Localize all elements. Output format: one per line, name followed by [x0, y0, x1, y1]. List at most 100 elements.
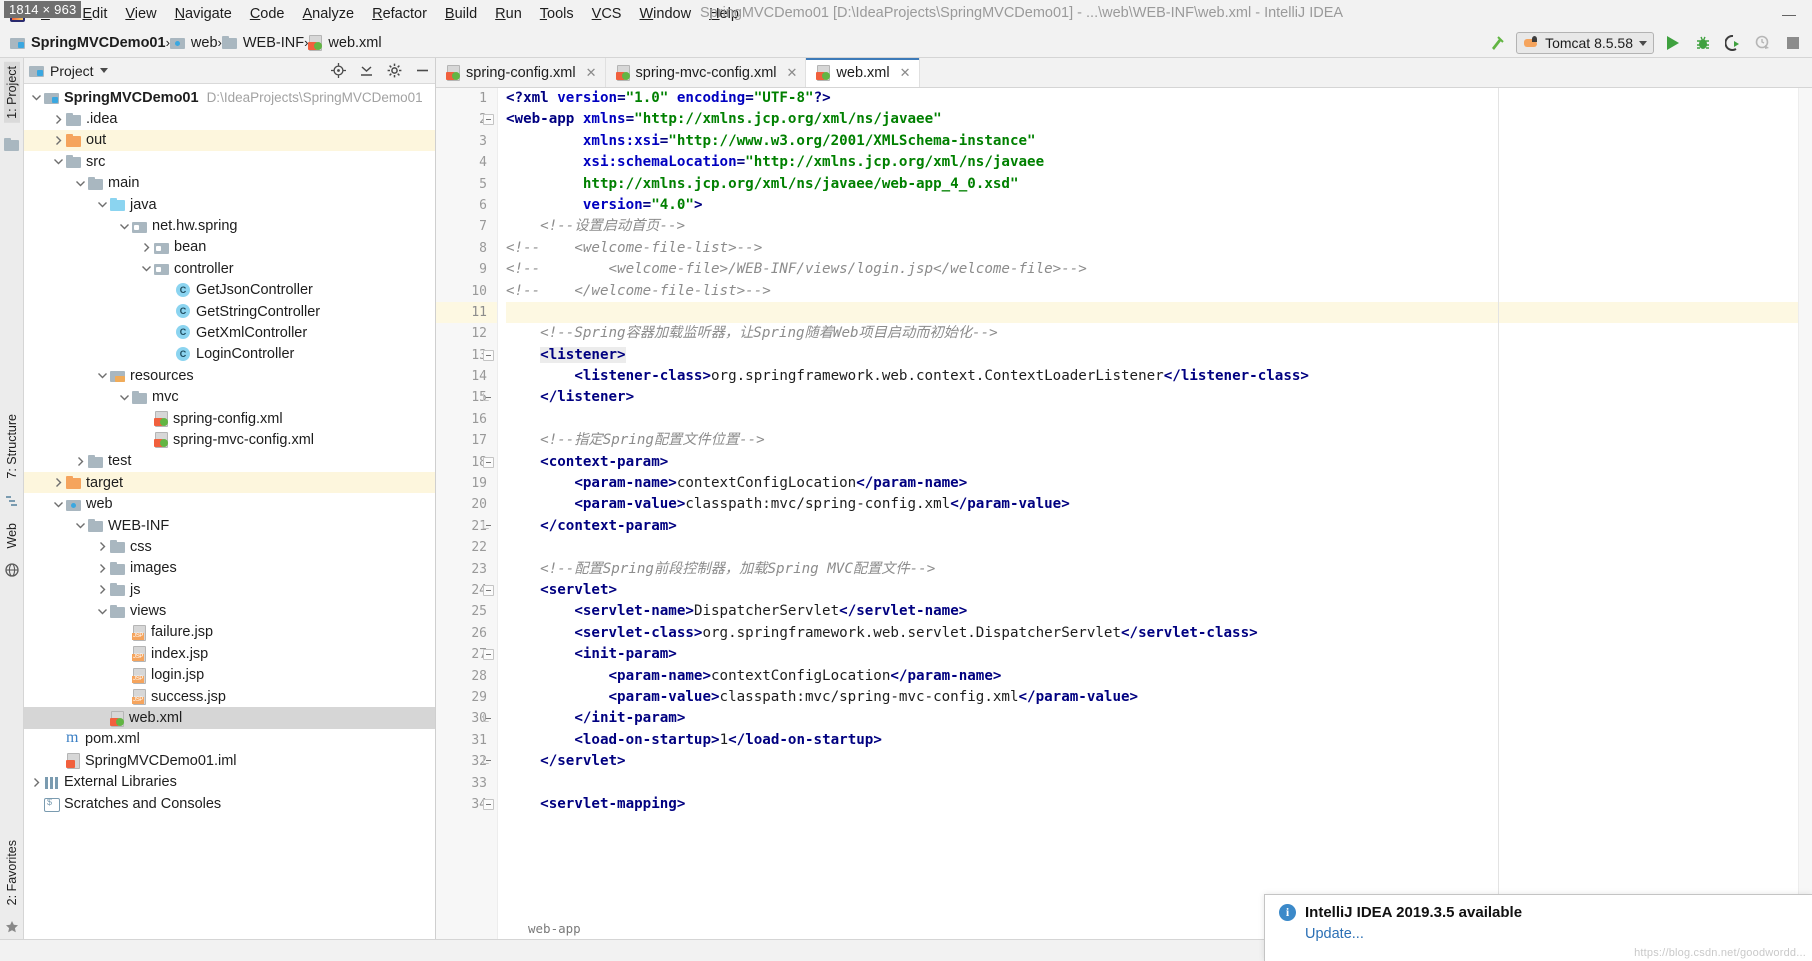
code-line[interactable] [506, 409, 1798, 430]
chevron-right-icon[interactable] [50, 111, 66, 127]
close-icon[interactable]: ✕ [900, 65, 911, 81]
tree-row[interactable]: Scratches and Consoles [24, 793, 435, 814]
fold-collapse-icon[interactable] [483, 649, 494, 661]
locate-icon[interactable] [329, 62, 347, 80]
chevron-down-icon[interactable] [28, 90, 44, 106]
chevron-down-icon[interactable] [50, 496, 66, 512]
tree-row[interactable]: css [24, 536, 435, 557]
fold-end-icon[interactable] [483, 392, 491, 401]
code-line[interactable]: <!--指定Spring配置文件位置--> [506, 430, 1798, 451]
code-line[interactable]: <load-on-startup>1</load-on-startup> [506, 730, 1798, 751]
project-tree[interactable]: SpringMVCDemo01 D:\IdeaProjects\SpringMVC… [24, 84, 435, 939]
tree-row[interactable]: js [24, 579, 435, 600]
chevron-down-icon[interactable] [50, 154, 66, 170]
rail-folder-icon[interactable] [4, 137, 20, 153]
code-line[interactable]: <servlet-name>DispatcherServlet</servlet… [506, 601, 1798, 622]
tree-row[interactable]: spring-mvc-config.xml [24, 429, 435, 450]
code-line[interactable]: <param-name>contextConfigLocation</param… [506, 666, 1798, 687]
tree-row[interactable]: src [24, 151, 435, 172]
code-line[interactable]: </listener> [506, 387, 1798, 408]
run-button[interactable] [1662, 32, 1684, 54]
code-line[interactable] [506, 773, 1798, 794]
tree-row[interactable]: target [24, 472, 435, 494]
menu-build[interactable]: Build [436, 3, 486, 25]
chevron-right-icon[interactable] [138, 239, 154, 255]
notification-update-link[interactable]: Update... [1305, 926, 1800, 942]
fold-collapse-icon[interactable] [483, 349, 494, 361]
code-line[interactable] [506, 301, 1798, 324]
menu-run[interactable]: Run [486, 3, 531, 25]
chevron-down-icon[interactable] [72, 175, 88, 191]
editor-tab[interactable]: web.xml ✕ [806, 58, 920, 87]
code-line[interactable]: <servlet-class>org.springframework.web.s… [506, 623, 1798, 644]
fold-end-icon[interactable] [483, 713, 491, 722]
line-number[interactable]: 22 [436, 537, 497, 558]
tree-row[interactable]: bean [24, 237, 435, 258]
line-number[interactable]: 8 [436, 238, 497, 259]
tree-row[interactable]: web.xml [24, 707, 435, 729]
chevron-right-icon[interactable] [72, 453, 88, 469]
minimize-button[interactable]: — [1766, 0, 1812, 28]
code-line[interactable]: <!-- </welcome-file-list>--> [506, 281, 1798, 302]
code-line[interactable]: <init-param> [506, 644, 1798, 665]
menu-code[interactable]: Code [241, 3, 294, 25]
tree-row[interactable]: login.jsp [24, 665, 435, 686]
code-line[interactable]: <?xml version="1.0" encoding="UTF-8"?> [506, 88, 1798, 109]
code-line[interactable]: <!--配置Spring前段控制器，加载Spring MVC配置文件--> [506, 559, 1798, 580]
code-line[interactable]: <servlet-mapping> [506, 794, 1798, 815]
chevron-right-icon[interactable] [94, 539, 110, 555]
code-line[interactable]: <listener> [506, 345, 1798, 366]
line-number[interactable]: 28 [436, 666, 497, 687]
chevron-down-icon[interactable] [94, 603, 110, 619]
fold-collapse-icon[interactable] [483, 456, 494, 468]
collapse-all-icon[interactable] [357, 62, 375, 80]
code-line[interactable]: <!-- <welcome-file-list>--> [506, 238, 1798, 259]
tree-row[interactable]: success.jsp [24, 686, 435, 707]
tree-row[interactable]: .idea [24, 108, 435, 129]
hide-tool-window-icon[interactable] [413, 62, 431, 80]
menu-analyze[interactable]: Analyze [294, 3, 364, 25]
chevron-down-icon[interactable] [138, 261, 154, 277]
settings-gear-icon[interactable] [385, 62, 403, 80]
line-number[interactable]: 19 [436, 473, 497, 494]
line-number[interactable]: 7 [436, 216, 497, 237]
line-number[interactable]: 4 [436, 152, 497, 173]
code-line[interactable] [506, 537, 1798, 558]
code-line[interactable]: <listener-class>org.springframework.web.… [506, 366, 1798, 387]
chevron-down-icon[interactable] [72, 518, 88, 534]
code-line[interactable]: <web-app xmlns="http://xmlns.jcp.org/xml… [506, 109, 1798, 130]
rail-button-structure[interactable]: 7: Structure [5, 414, 19, 479]
menu-navigate[interactable]: Navigate [166, 3, 241, 25]
fold-end-icon[interactable] [483, 756, 491, 765]
menu-refactor[interactable]: Refactor [363, 3, 436, 25]
chevron-right-icon[interactable] [94, 582, 110, 598]
fold-collapse-icon[interactable] [483, 799, 494, 811]
chevron-down-icon[interactable] [94, 368, 110, 384]
code-line[interactable]: <param-value>classpath:mvc/spring-mvc-co… [506, 687, 1798, 708]
line-number[interactable]: 3 [436, 131, 497, 152]
chevron-right-icon[interactable] [28, 774, 44, 790]
line-number[interactable]: 29 [436, 687, 497, 708]
fold-collapse-icon[interactable] [483, 114, 494, 126]
breadcrumb-item-webxml[interactable]: web.xml [308, 35, 382, 51]
rail-web-icon[interactable] [4, 562, 20, 578]
line-number[interactable]: 12 [436, 323, 497, 344]
close-icon[interactable]: ✕ [586, 65, 597, 81]
chevron-down-icon[interactable] [99, 68, 108, 73]
run-configuration-selector[interactable]: Tomcat 8.5.58 [1516, 32, 1654, 54]
code-content[interactable]: <?xml version="1.0" encoding="UTF-8"?> <w… [498, 88, 1798, 939]
line-number[interactable]: 14 [436, 366, 497, 387]
tree-row[interactable]: SpringMVCDemo01 D:\IdeaProjects\SpringMVC… [24, 87, 435, 108]
line-number[interactable]: 5 [436, 174, 497, 195]
code-line[interactable]: version="4.0"> [506, 195, 1798, 216]
tree-row[interactable]: GetStringController [24, 301, 435, 322]
line-number[interactable]: 16 [436, 409, 497, 430]
breadcrumb-item-web[interactable]: web [169, 35, 218, 51]
line-number[interactable]: 9 [436, 259, 497, 280]
editor-scrollbar[interactable] [1798, 88, 1812, 939]
tree-row[interactable]: GetJsonController [24, 280, 435, 301]
debug-button[interactable] [1692, 32, 1714, 54]
run-with-coverage-button[interactable] [1722, 32, 1744, 54]
tree-row[interactable]: GetXmlController [24, 322, 435, 343]
chevron-right-icon[interactable] [50, 132, 66, 148]
